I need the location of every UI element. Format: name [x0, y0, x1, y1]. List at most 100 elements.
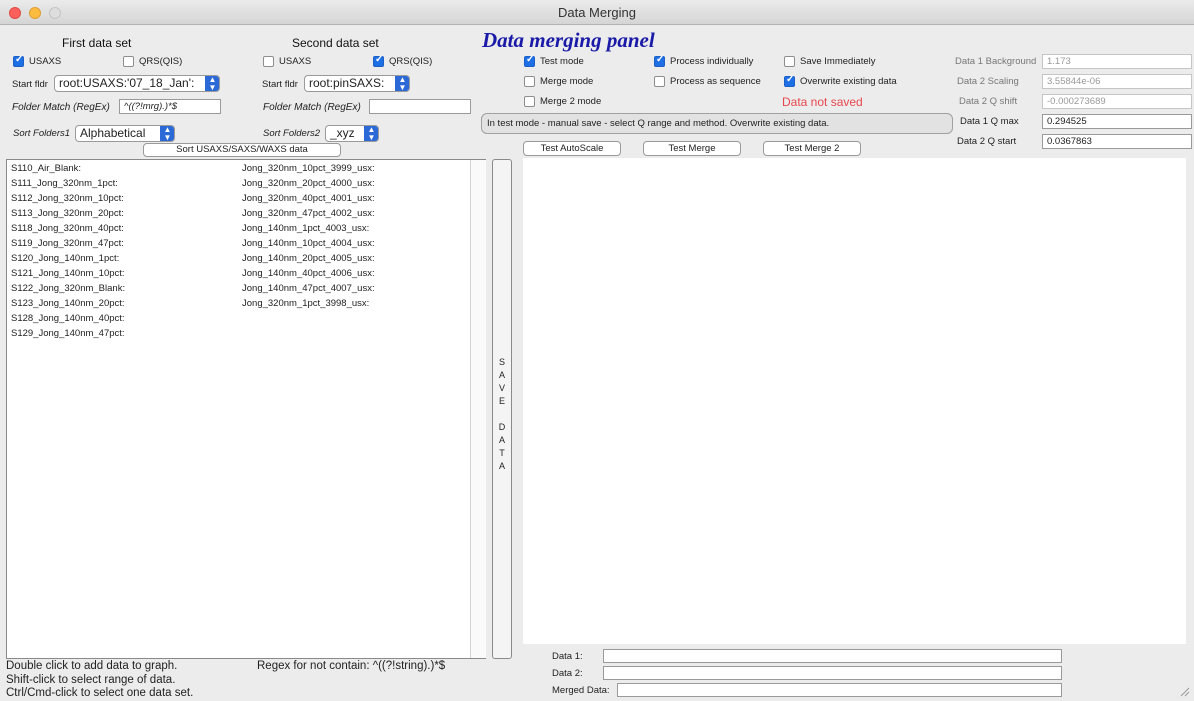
- window-title: Data Merging: [557, 5, 637, 20]
- list-item[interactable]: Jong_140nm_20pct_4005_usx:: [242, 251, 375, 266]
- data2-scaling-input[interactable]: 3.55844e-06: [1042, 74, 1192, 89]
- list-item[interactable]: S110_Air_Blank:: [11, 161, 125, 176]
- data2-qshift-label: Data 2 Q shift: [959, 96, 1018, 107]
- first-start-folder-popup[interactable]: root:USAXS:'07_18_Jan': ▲ ▼: [54, 75, 220, 92]
- first-start-fldr-label: Start fldr: [12, 79, 48, 90]
- first-sort-value: Alphabetical: [80, 126, 146, 140]
- second-usaxs-checkbox[interactable]: [263, 56, 274, 67]
- list-item[interactable]: Jong_140nm_10pct_4004_usx:: [242, 236, 375, 251]
- chevron-updown-icon: ▲ ▼: [395, 76, 409, 91]
- merge-mode-checkbox[interactable]: [524, 76, 535, 87]
- listbox-scrollbar[interactable]: [470, 160, 486, 658]
- status-message: In test mode - manual save - select Q ra…: [481, 113, 953, 134]
- data2-field[interactable]: [603, 666, 1062, 680]
- save-immediately-checkbox[interactable]: [784, 56, 795, 67]
- list-item[interactable]: Jong_140nm_40pct_4006_usx:: [242, 266, 375, 281]
- first-folder-match-input[interactable]: ^((?!mrg).)*$: [119, 99, 221, 114]
- first-usaxs-checkbox[interactable]: [13, 54, 24, 67]
- data1-qmax-input[interactable]: 0.294525: [1042, 114, 1192, 129]
- list-item[interactable]: S113_Jong_320nm_20pct:: [11, 206, 125, 221]
- second-sort-popup[interactable]: _xyz ▲ ▼: [325, 125, 379, 142]
- help-line-2: Shift-click to select range of data.: [6, 674, 176, 686]
- second-start-folder-value: root:pinSAXS:: [309, 76, 385, 90]
- list-item[interactable]: Jong_140nm_47pct_4007_usx:: [242, 281, 375, 296]
- list-item[interactable]: S121_Jong_140nm_10pct:: [11, 266, 125, 281]
- data1-label: Data 1:: [552, 651, 583, 662]
- first-qrs-checkbox[interactable]: [123, 56, 134, 67]
- data2-scaling-label: Data 2 Scaling: [957, 76, 1019, 87]
- list-item[interactable]: Jong_140nm_1pct_4003_usx:: [242, 221, 375, 236]
- process-individually-checkbox[interactable]: [654, 54, 665, 67]
- data1-field[interactable]: [603, 649, 1062, 663]
- overwrite-label: Overwrite existing data: [800, 76, 897, 87]
- sort-usaxs-saxs-waxs-button[interactable]: Sort USAXS/SAXS/WAXS data: [143, 143, 341, 157]
- chevron-updown-icon: ▲ ▼: [364, 126, 378, 141]
- list-item[interactable]: S119_Jong_320nm_47pct:: [11, 236, 125, 251]
- panel-title: Data merging panel: [482, 28, 655, 52]
- second-start-folder-popup[interactable]: root:pinSAXS: ▲ ▼: [304, 75, 410, 92]
- test-mode-label: Test mode: [540, 56, 584, 67]
- data-not-saved-warning: Data not saved: [782, 95, 863, 109]
- list-item[interactable]: Jong_320nm_47pct_4002_usx:: [242, 206, 375, 221]
- test-merge-button[interactable]: Test Merge: [643, 141, 741, 156]
- list-item[interactable]: S118_Jong_320nm_40pct:: [11, 221, 125, 236]
- process-sequence-checkbox[interactable]: [654, 76, 665, 87]
- list-item[interactable]: Jong_320nm_10pct_3999_usx:: [242, 161, 375, 176]
- second-start-fldr-label: Start fldr: [262, 79, 298, 90]
- second-qrs-label: QRS(QIS): [389, 56, 433, 67]
- second-sort-value: _xyz: [330, 126, 355, 140]
- data2-qstart-label: Data 2 Q start: [957, 136, 1017, 147]
- resize-grip-icon[interactable]: [1180, 687, 1190, 697]
- data2-qstart-input[interactable]: 0.0367863: [1042, 134, 1192, 149]
- data2-qshift-input[interactable]: -0.000273689: [1042, 94, 1192, 109]
- second-folder-match-input[interactable]: [369, 99, 471, 114]
- test-mode-checkbox[interactable]: [524, 54, 535, 67]
- list-item[interactable]: Jong_320nm_1pct_3998_usx:: [242, 296, 375, 311]
- first-qrs-label: QRS(QIS): [139, 56, 183, 67]
- chevron-updown-icon: ▲ ▼: [205, 76, 219, 91]
- list-item[interactable]: S112_Jong_320nm_10pct:: [11, 191, 125, 206]
- chevron-updown-icon: ▲ ▼: [160, 126, 174, 141]
- list-item[interactable]: S129_Jong_140nm_47pct:: [11, 326, 125, 341]
- graph-area[interactable]: [523, 158, 1186, 644]
- merge-mode-label: Merge mode: [540, 76, 594, 87]
- help-line-3: Ctrl/Cmd-click to select one data set.: [6, 687, 194, 699]
- regex-hint: Regex for not contain: ^((?!string).)*$: [257, 660, 446, 672]
- merged-data-field[interactable]: [617, 683, 1062, 697]
- first-start-folder-value: root:USAXS:'07_18_Jan':: [59, 76, 195, 90]
- first-sort-label: Sort Folders1: [13, 128, 71, 139]
- merged-data-label: Merged Data:: [552, 685, 610, 696]
- save-immediately-label: Save Immediately: [800, 56, 876, 67]
- list-item[interactable]: Jong_320nm_20pct_4000_usx:: [242, 176, 375, 191]
- test-autoscale-button[interactable]: Test AutoScale: [523, 141, 621, 156]
- data-folder-listbox[interactable]: S110_Air_Blank: S111_Jong_320nm_1pct: S112…: [6, 159, 486, 659]
- first-usaxs-label: USAXS: [29, 56, 62, 67]
- first-folder-match-label: Folder Match (RegEx): [12, 102, 110, 113]
- list-item[interactable]: S111_Jong_320nm_1pct:: [11, 176, 125, 191]
- second-sort-label: Sort Folders2: [263, 128, 321, 139]
- merge2-mode-checkbox[interactable]: [524, 96, 535, 107]
- data2-label: Data 2:: [552, 668, 583, 679]
- overwrite-checkbox[interactable]: [784, 74, 795, 87]
- second-data-set-heading: Second data set: [292, 36, 379, 50]
- save-data-label: SAVE DATA: [498, 357, 506, 471]
- data1-background-input[interactable]: 1.173: [1042, 54, 1192, 69]
- list-item[interactable]: S122_Jong_320nm_Blank:: [11, 281, 125, 296]
- list-item[interactable]: S123_Jong_140nm_20pct:: [11, 296, 125, 311]
- list-item[interactable]: S120_Jong_140nm_1pct:: [11, 251, 125, 266]
- merge2-mode-label: Merge 2 mode: [540, 96, 602, 107]
- first-sort-popup[interactable]: Alphabetical ▲ ▼: [75, 125, 175, 142]
- list-item[interactable]: Jong_320nm_40pct_4001_usx:: [242, 191, 375, 206]
- first-data-list: S110_Air_Blank: S111_Jong_320nm_1pct: S112…: [11, 161, 125, 341]
- first-data-set-heading: First data set: [62, 36, 132, 50]
- second-data-list: Jong_320nm_10pct_3999_usx: Jong_320nm_20p…: [242, 161, 375, 311]
- test-merge2-button[interactable]: Test Merge 2: [763, 141, 861, 156]
- data1-background-label: Data 1 Background: [955, 56, 1037, 67]
- help-line-1: Double click to add data to graph.: [6, 660, 178, 672]
- data1-qmax-label: Data 1 Q max: [960, 116, 1019, 127]
- process-individually-label: Process individually: [670, 56, 754, 67]
- second-qrs-checkbox[interactable]: [373, 54, 384, 67]
- second-usaxs-label: USAXS: [279, 56, 312, 67]
- list-item[interactable]: S128_Jong_140nm_40pct:: [11, 311, 125, 326]
- save-data-button[interactable]: SAVE DATA: [492, 159, 512, 659]
